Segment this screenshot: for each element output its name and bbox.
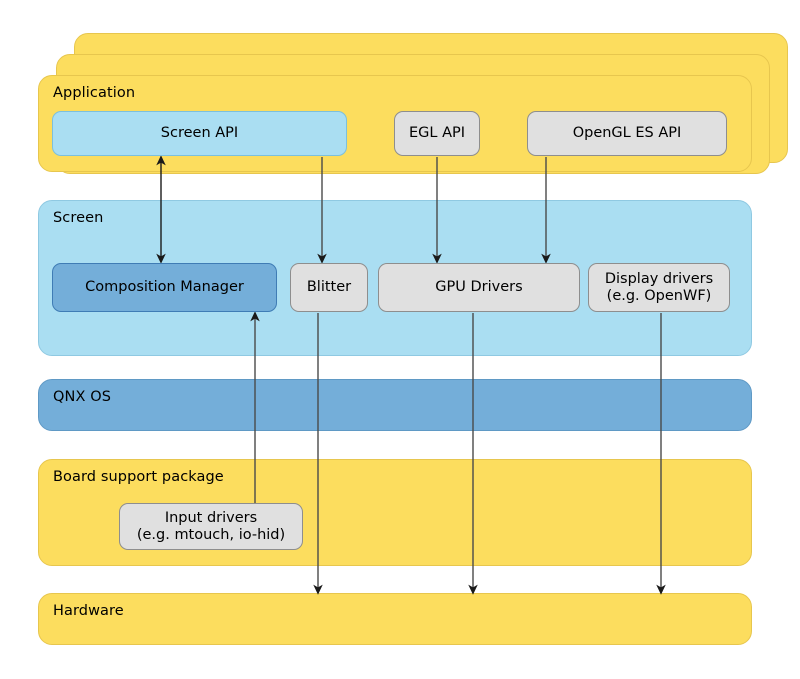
component-input-drivers-label: Input drivers (e.g. mtouch, io-hid) — [136, 509, 286, 543]
layer-board-support-package-label: Board support package — [53, 469, 224, 485]
layer-qnx-os-label: QNX OS — [53, 389, 112, 405]
component-egl-api-label: EGL API — [408, 125, 466, 141]
layer-qnx-os[interactable]: QNX OS — [38, 379, 752, 431]
component-composition-manager-label: Composition Manager — [85, 279, 244, 295]
component-screen-api-label: Screen API — [160, 125, 239, 141]
component-screen-api[interactable]: Screen API — [52, 111, 347, 156]
layer-hardware[interactable]: Hardware — [38, 593, 752, 645]
component-blitter[interactable]: Blitter — [290, 263, 368, 312]
component-opengl-es-api[interactable]: OpenGL ES API — [527, 111, 727, 156]
component-display-drivers-label: Display drivers (e.g. OpenWF) — [604, 270, 714, 304]
layer-application-label: Application — [53, 85, 136, 101]
component-input-drivers[interactable]: Input drivers (e.g. mtouch, io-hid) — [119, 503, 303, 550]
layer-hardware-label: Hardware — [53, 603, 124, 619]
component-gpu-drivers-label: GPU Drivers — [435, 279, 523, 295]
component-blitter-label: Blitter — [306, 279, 352, 295]
component-opengl-es-api-label: OpenGL ES API — [572, 125, 682, 141]
component-display-drivers[interactable]: Display drivers (e.g. OpenWF) — [588, 263, 730, 312]
component-gpu-drivers[interactable]: GPU Drivers — [378, 263, 580, 312]
architecture-diagram: Application Screen API EGL API OpenGL ES… — [0, 0, 800, 679]
component-egl-api[interactable]: EGL API — [394, 111, 480, 156]
component-composition-manager[interactable]: Composition Manager — [52, 263, 277, 312]
layer-screen-label: Screen — [53, 210, 104, 226]
